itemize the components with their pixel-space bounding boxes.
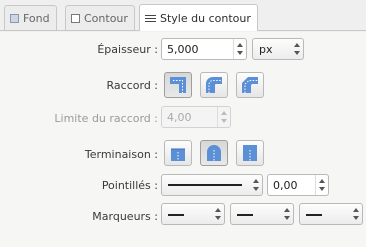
markers-label: Marqueurs : xyxy=(92,210,158,223)
fill-icon xyxy=(10,13,19,23)
dash-offset-stepper-arrows[interactable] xyxy=(315,175,328,195)
stroke-width-stepper-arrows[interactable] xyxy=(233,39,246,59)
chevron-updown-icon xyxy=(291,39,303,59)
end-marker-select[interactable] xyxy=(299,203,363,225)
chevron-updown-icon xyxy=(212,204,224,224)
tab-stroke-style[interactable]: Style du contour xyxy=(139,4,258,31)
miter-join-button[interactable] xyxy=(164,72,192,98)
dash-offset-value[interactable]: 0,00 xyxy=(268,179,315,192)
square-cap-button[interactable] xyxy=(236,140,264,166)
tab-stroke-paint[interactable]: Contour xyxy=(65,5,135,30)
tab-fill[interactable]: Fond xyxy=(4,5,57,30)
butt-cap-button[interactable] xyxy=(164,140,192,166)
cap-label: Terminaison : xyxy=(84,148,158,161)
tab-fill-label: Fond xyxy=(23,11,50,25)
stroke-paint-icon xyxy=(71,13,80,23)
start-marker-value xyxy=(168,208,212,221)
dash-pattern-preview xyxy=(168,184,242,186)
chevron-updown-icon xyxy=(250,175,262,195)
mid-marker-select[interactable] xyxy=(230,203,294,225)
join-label: Raccord : xyxy=(106,79,158,92)
stroke-width-value[interactable]: 5,000 xyxy=(162,43,233,56)
round-join-button[interactable] xyxy=(200,72,228,98)
tab-stroke-style-label: Style du contour xyxy=(160,11,251,25)
chevron-updown-icon xyxy=(350,204,362,224)
stroke-unit-select[interactable]: px xyxy=(252,38,304,60)
stroke-style-icon xyxy=(145,14,156,23)
tab-bar: Fond Contour Style du contour xyxy=(0,0,366,32)
end-marker-value xyxy=(306,208,350,221)
miter-limit-label: Limite du raccord : xyxy=(54,112,158,125)
stroke-unit-value: px xyxy=(259,42,273,56)
miter-limit-spinbutton[interactable]: 4,00 xyxy=(161,106,231,128)
mid-marker-value xyxy=(237,208,281,221)
dashes-label: Pointillés : xyxy=(101,179,158,192)
miter-limit-value: 4,00 xyxy=(167,110,192,124)
bevel-join-icon xyxy=(242,77,258,93)
miter-limit-stepper-arrows xyxy=(217,107,230,127)
stroke-width-spinbutton[interactable]: 5,000 xyxy=(161,38,247,60)
tab-stroke-paint-label: Contour xyxy=(84,11,128,25)
dash-pattern-select[interactable] xyxy=(161,174,263,196)
start-marker-select[interactable] xyxy=(161,203,225,225)
chevron-updown-icon xyxy=(281,204,293,224)
round-join-icon xyxy=(206,76,222,93)
square-cap-icon xyxy=(243,145,257,161)
dash-offset-spinbutton[interactable]: 0,00 xyxy=(267,174,329,196)
stroke-width-label: Épaisseur : xyxy=(97,43,158,56)
butt-cap-icon xyxy=(171,148,185,161)
bevel-join-button[interactable] xyxy=(236,72,264,98)
miter-join-icon xyxy=(170,77,186,93)
stroke-style-panel: Fond Contour Style du contour Épaisseur … xyxy=(0,0,366,247)
round-cap-button[interactable] xyxy=(200,140,228,166)
round-cap-icon xyxy=(207,145,221,161)
